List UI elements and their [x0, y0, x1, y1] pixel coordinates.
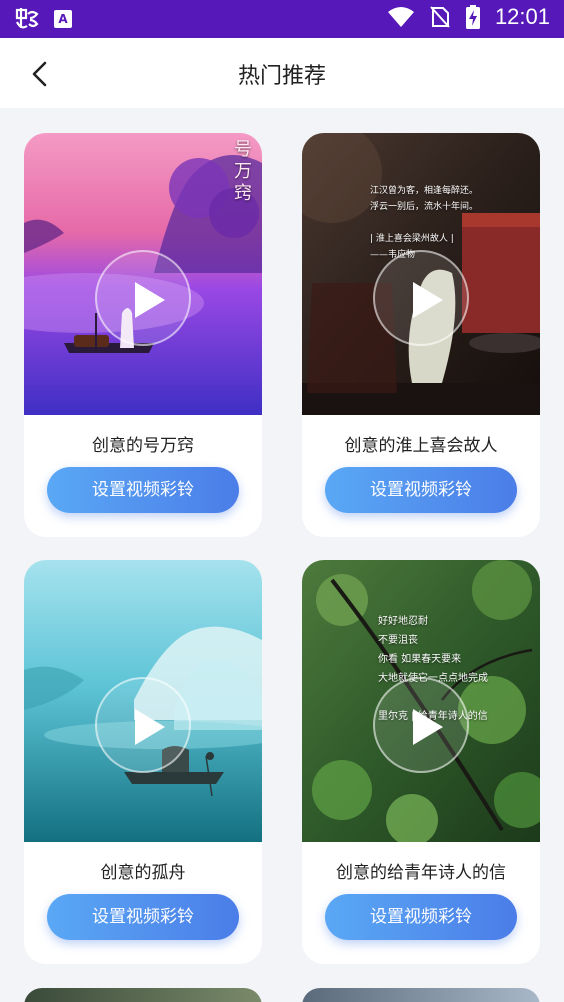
bug-app-icon	[15, 8, 39, 29]
video-title: 创意的号万窍	[92, 436, 194, 456]
set-video-ringtone-button[interactable]: 设置视频彩铃	[325, 894, 517, 940]
video-thumbnail[interactable]: 江汉曾为客，相逢每醉还。 浮云一别后，流水十年间。 | 淮上喜会梁州故人 | —…	[302, 133, 540, 415]
battery-charging-icon	[465, 5, 480, 29]
set-video-ringtone-button[interactable]: 设置视频彩铃	[325, 467, 517, 513]
video-card[interactable]: 创意的孤舟 设置视频彩铃	[24, 560, 262, 964]
video-card-partial[interactable]	[302, 988, 540, 1002]
video-thumbnail[interactable]: 好好地忍耐 不要沮丧 你看 如果春天要来 大地就使它一点点地完成 里尔克 | 给…	[302, 560, 540, 842]
video-thumbnail[interactable]	[24, 560, 262, 842]
set-video-ringtone-button[interactable]: 设置视频彩铃	[47, 467, 239, 513]
top-app-bar: 热门推荐	[0, 38, 564, 108]
set-video-ringtone-button[interactable]: 设置视频彩铃	[47, 894, 239, 940]
video-thumbnail[interactable]: 号万窍	[24, 133, 262, 415]
play-icon	[413, 709, 443, 745]
page-title: 热门推荐	[237, 64, 326, 89]
video-title: 创意的淮上喜会故人	[344, 436, 498, 456]
status-bar: A 12:01	[0, 0, 564, 38]
video-card[interactable]: 江汉曾为客，相逢每醉还。 浮云一别后，流水十年间。 | 淮上喜会梁州故人 | —…	[302, 133, 540, 537]
status-time: 12:01	[494, 4, 550, 29]
video-card-partial[interactable]	[24, 988, 262, 1002]
video-card[interactable]: 好好地忍耐 不要沮丧 你看 如果春天要来 大地就使它一点点地完成 里尔克 | 给…	[302, 560, 540, 964]
play-icon	[135, 282, 165, 318]
video-title: 创意的给青年诗人的信	[336, 863, 506, 883]
no-sim-icon	[430, 6, 450, 28]
video-title: 创意的孤舟	[100, 863, 186, 883]
play-button[interactable]	[95, 250, 191, 346]
play-button[interactable]	[373, 250, 469, 346]
wifi-icon	[387, 7, 414, 27]
play-icon	[413, 282, 443, 318]
poem-overlay: 号万窍	[234, 139, 252, 204]
play-button[interactable]	[373, 677, 469, 773]
video-card[interactable]: 号万窍 创意的号万窍 设置视频彩铃	[24, 133, 262, 537]
play-icon	[135, 709, 165, 745]
text-a-icon: A	[54, 10, 72, 28]
play-button[interactable]	[95, 677, 191, 773]
